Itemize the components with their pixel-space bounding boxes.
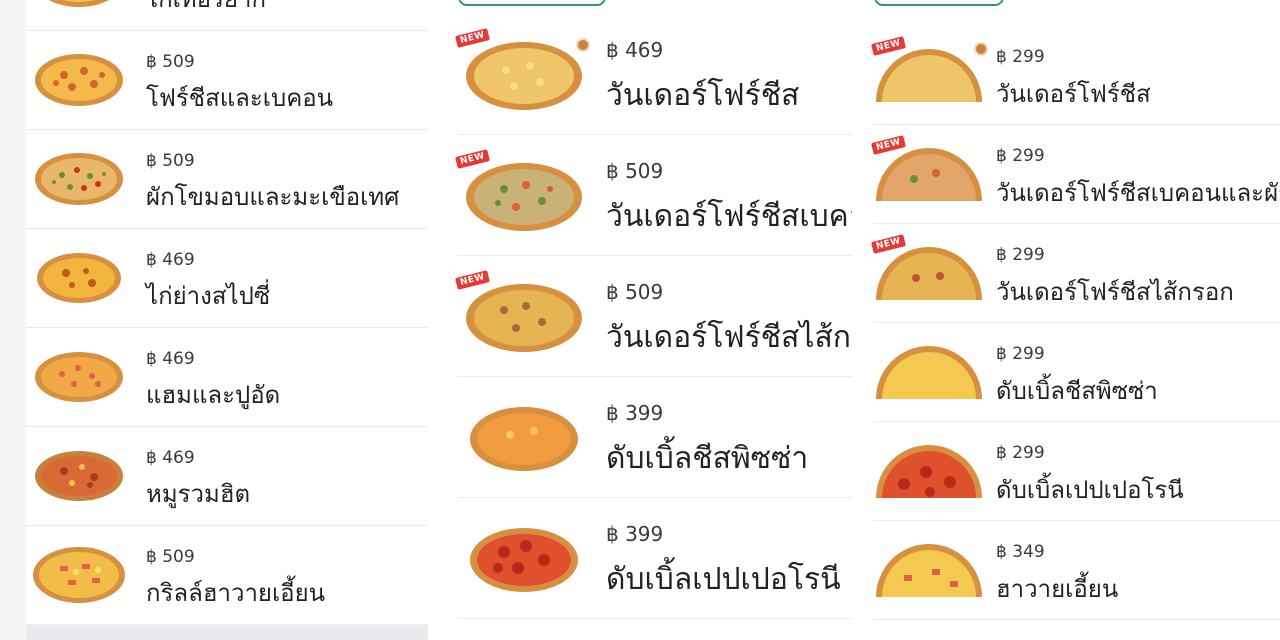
menu-item-card[interactable]: ฿ 349 ฮาวายเอี้ยน: [874, 521, 1280, 620]
menu-panel-left: ไก่เทอริยากิ ฿ 509 โฟร์ชีสและเบคอน: [0, 0, 428, 640]
menu-item-price: ฿ 469: [146, 349, 195, 369]
menu-item-price: ฿ 509: [606, 280, 664, 304]
menu-item-price: ฿ 299: [996, 443, 1045, 463]
menu-item-price: ฿ 299: [996, 344, 1045, 364]
menu-item-price: ฿ 469: [146, 250, 195, 270]
menu-item-card[interactable]: ฿ 509 โฟร์ชีสและเบคอน: [26, 31, 428, 130]
panel-edge: [852, 0, 860, 640]
menu-panel-right: NEW ฿ 299 วันเดอร์โฟร์ชีส NEW ฿ 299 วันเ…: [860, 0, 1280, 640]
menu-item-price: ฿ 399: [606, 401, 664, 425]
pizza-wonder-four-cheese-icon: [466, 42, 582, 110]
menu-panel-middle: NEW ฿ 469 วันเดอร์โฟร์ชีส NEW ฿ 509 วันเ…: [428, 0, 860, 640]
menu-item-card[interactable]: ฿ 399 ดับเบิ้ลชีสพิซซ่า: [458, 377, 860, 498]
dip-sauce-icon: [576, 38, 590, 52]
menu-item-card[interactable]: ฿ 299 ดับเบิ้ลชีสพิซซ่า: [874, 323, 1280, 422]
menu-item-name: ดับเบิ้ลชีสพิซซ่า: [606, 441, 809, 476]
menu-item-price: ฿ 349: [996, 542, 1045, 562]
menu-item-price: ฿ 509: [146, 52, 195, 72]
menu-item-name: ดับเบิ้ลชีสพิซซ่า: [996, 377, 1158, 405]
menu-item-name: หมูรวมฮิต: [146, 480, 251, 508]
menu-item-name: ไก่ย่างสไปซี่: [146, 282, 271, 310]
pizza-slice-hawaiian-icon: [876, 544, 982, 597]
menu-item-name: วันเดอร์โฟร์ชีสไส้กรอก: [996, 278, 1234, 306]
menu-item-price: ฿ 509: [146, 151, 195, 171]
menu-item-price: ฿ 509: [606, 159, 664, 183]
menu-item-name: กริลล์ฮาวายเอี้ยน: [146, 579, 326, 607]
pizza-spinach-tomato-icon: [35, 153, 123, 205]
menu-item-card[interactable]: NEW ฿ 509 วันเดอร์โฟร์ชีสไส้กรอก: [455, 256, 860, 377]
menu-item-card[interactable]: ฿ 469 หมูรวมฮิต: [26, 427, 428, 526]
dip-sauce-icon: [974, 42, 988, 56]
menu-item-price: ฿ 299: [996, 146, 1045, 166]
pizza-slice-double-pepperoni-icon: [876, 445, 982, 498]
menu-item-price: ฿ 299: [996, 245, 1045, 265]
menu-item-name: ผักโขมอบและมะเขือเทศ: [146, 183, 400, 211]
pizza-double-cheese-icon: [470, 407, 578, 471]
menu-item-price: ฿ 469: [606, 38, 664, 62]
menu-item-card[interactable]: ฿ 469 ไก่ย่างสไปซี่: [26, 229, 428, 328]
menu-item-name: ไก่เทอริยากิ: [146, 0, 266, 18]
pizza-grilled-hawaiian-icon: [33, 547, 125, 603]
menu-item-card[interactable]: ฿ 509 ผักโขมอบและมะเขือเทศ: [26, 130, 428, 229]
pizza-double-pepperoni-icon: [470, 528, 578, 592]
category-tab[interactable]: [458, 0, 606, 6]
menu-item-name: วันเดอร์โฟร์ชีสไส้กรอก: [606, 320, 860, 355]
menu-item-name: วันเดอร์โฟร์ชีส: [606, 78, 800, 113]
menu-item-name: ดับเบิ้ลเปปเปอโรนี: [606, 562, 841, 597]
pizza-four-cheese-bacon-icon: [35, 54, 123, 106]
menu-item-name: แฮมและปูอัด: [146, 381, 281, 409]
menu-item-card[interactable]: ฿ 469 แฮมและปูอัด: [26, 328, 428, 427]
menu-item-price: ฿ 469: [146, 448, 195, 468]
pizza-spicy-chicken-icon: [37, 253, 121, 303]
menu-item-card[interactable]: NEW ฿ 509 วันเดอร์โฟร์ชีสเบคอนและผักโขม: [455, 135, 860, 256]
menu-item-name: ดับเบิ้ลเปปเปอโรนี: [996, 476, 1184, 504]
menu-item-name: โฟร์ชีสและเบคอน: [146, 84, 334, 112]
pizza-pork-mix-icon: [35, 451, 123, 501]
menu-item-card[interactable]: ไก่เทอริยากิ: [26, 0, 428, 31]
menu-item-card[interactable]: NEW ฿ 299 วันเดอร์โฟร์ชีสไส้กรอก: [871, 224, 1280, 323]
menu-item-name: วันเดอร์โฟร์ชีส: [996, 80, 1151, 108]
menu-item-card[interactable]: NEW ฿ 299 วันเดอร์โฟร์ชีส: [871, 26, 1280, 125]
menu-item-price: ฿ 299: [996, 47, 1045, 67]
menu-list: ไก่เทอริยากิ ฿ 509 โฟร์ชีสและเบคอน: [26, 0, 428, 625]
menu-item-name: วันเดอร์โฟร์ชีสเบคอนและผักโขม: [606, 199, 860, 234]
menu-item-name: ฮาวายเอี้ยน: [996, 575, 1119, 603]
pizza-wonder-bacon-spinach-icon: [466, 163, 582, 231]
menu-list: NEW ฿ 469 วันเดอร์โฟร์ชีส NEW ฿ 509 วันเ…: [455, 14, 860, 619]
menu-item-card[interactable]: ฿ 509 กริลล์ฮาวายเอี้ยน: [26, 526, 428, 625]
menu-item-card[interactable]: ฿ 399 ดับเบิ้ลเปปเปอโรนี: [458, 498, 860, 619]
menu-item-card[interactable]: NEW ฿ 299 วันเดอร์โฟร์ชีสเบคอนและผักโขม: [871, 125, 1280, 224]
menu-item-name: วันเดอร์โฟร์ชีสเบคอนและผักโขม: [996, 179, 1280, 207]
menu-list: NEW ฿ 299 วันเดอร์โฟร์ชีส NEW ฿ 299 วันเ…: [871, 26, 1280, 620]
pizza-wonder-sausage-icon: [466, 284, 582, 352]
pizza-ham-crab-icon: [35, 352, 123, 402]
list-footer-divider: [26, 626, 428, 640]
pizza-slice-double-cheese-icon: [876, 346, 982, 399]
category-tab[interactable]: [874, 0, 1004, 6]
menu-item-card[interactable]: NEW ฿ 469 วันเดอร์โฟร์ชีส: [455, 14, 860, 135]
menu-item-card[interactable]: ฿ 299 ดับเบิ้ลเปปเปอโรนี: [874, 422, 1280, 521]
menu-item-price: ฿ 509: [146, 547, 195, 567]
menu-item-price: ฿ 399: [606, 522, 664, 546]
pizza-thumbnail-icon: [48, 0, 110, 7]
